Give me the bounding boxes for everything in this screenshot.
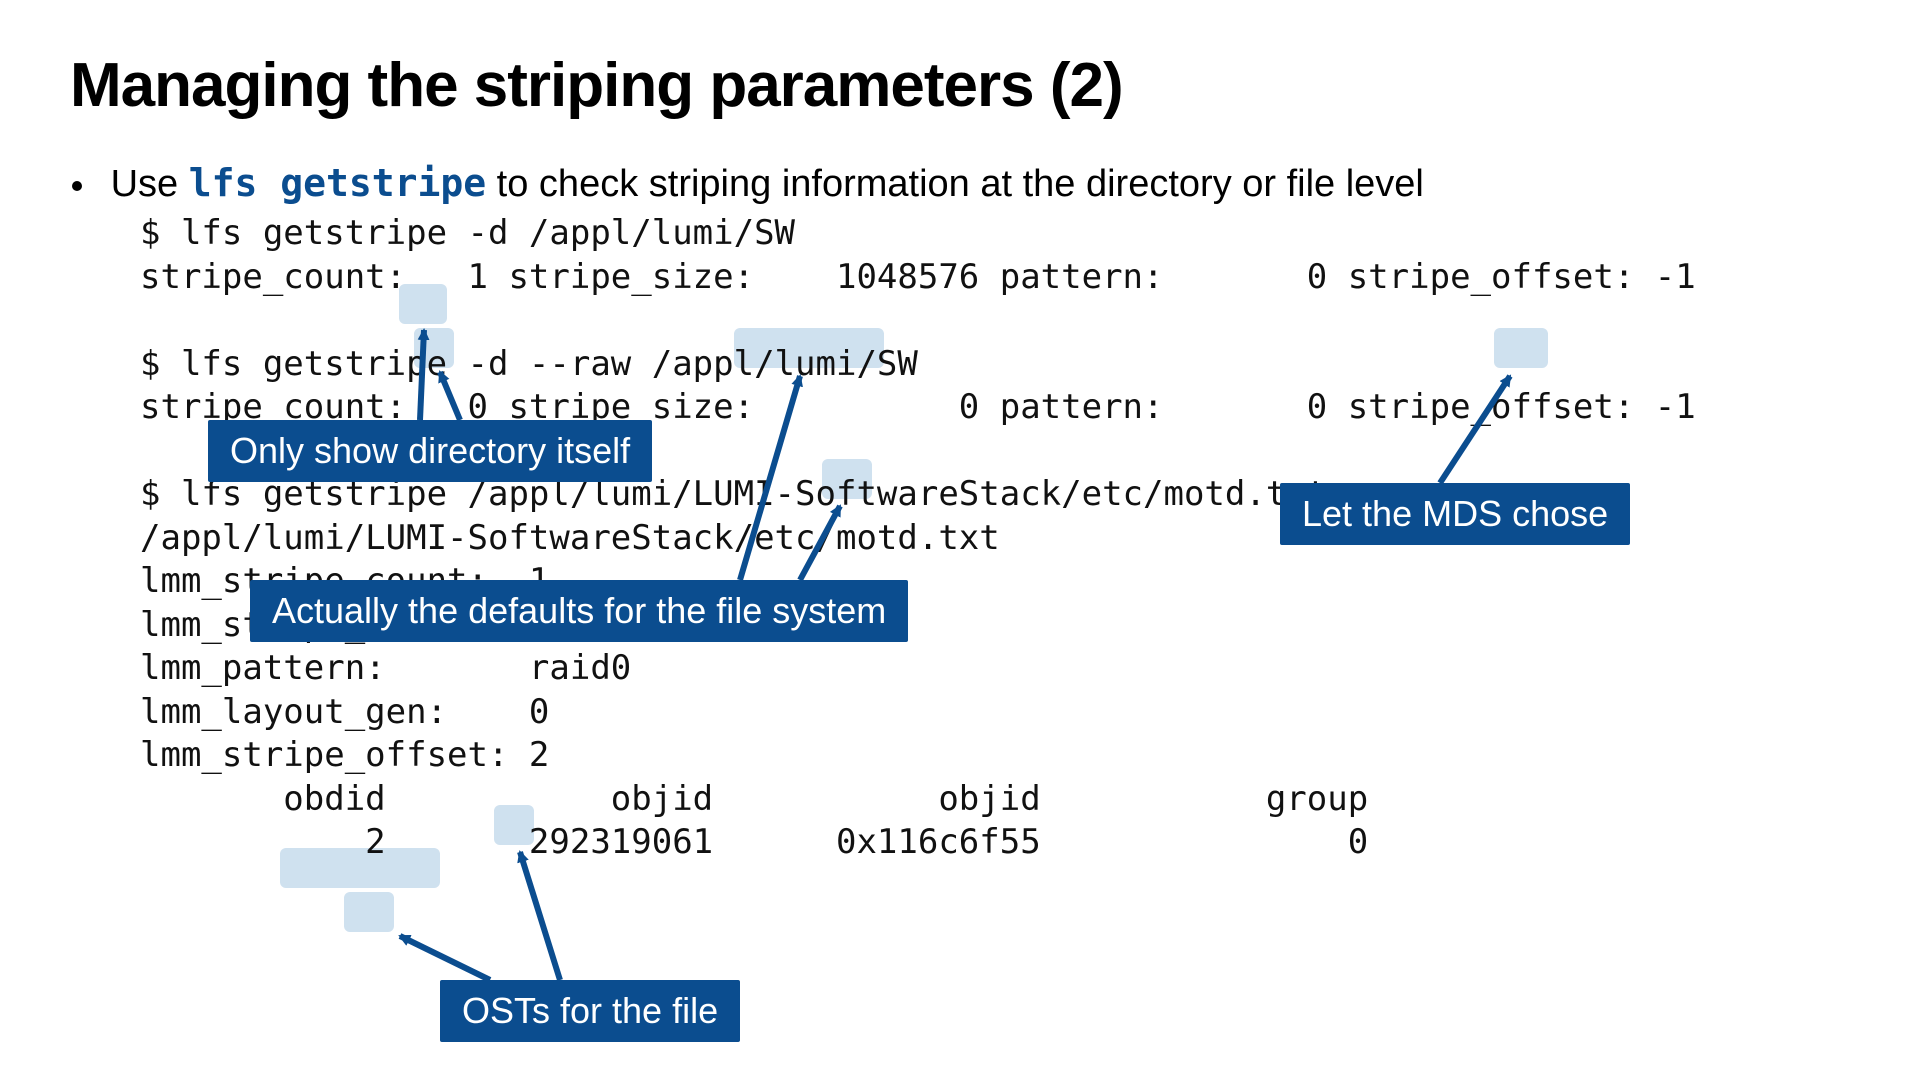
- code-l13: lmm_stripe_offset: 2: [140, 735, 549, 775]
- callout-dir-only: Only show directory itself: [208, 420, 652, 482]
- bullet-line: Use lfs getstripe to check striping info…: [100, 161, 1850, 206]
- bullet-cmd: lfs getstripe: [189, 161, 486, 205]
- page-title: Managing the striping parameters (2): [70, 50, 1850, 121]
- callout-osts: OSTs for the file: [440, 980, 740, 1042]
- callout-mds: Let the MDS chose: [1280, 483, 1630, 545]
- code-l2: stripe_count: 1 stripe_size: 1048576 pat…: [140, 257, 1696, 297]
- bullet-dot: [72, 181, 82, 191]
- callout-defaults: Actually the defaults for the file syste…: [250, 580, 908, 642]
- code-l14: obdid objid objid group: [140, 779, 1368, 819]
- slide: Managing the striping parameters (2) Use…: [0, 0, 1920, 1080]
- hl-obdid-val: [344, 892, 394, 932]
- code-l1: $ lfs getstripe -d /appl/lumi/SW: [140, 213, 795, 253]
- bullet-suffix: to check striping information at the dir…: [486, 163, 1424, 205]
- code-l15: 2 292319061 0x116c6f55 0: [140, 822, 1368, 862]
- code-l11: lmm_pattern: raid0: [140, 648, 631, 688]
- code-l8: /appl/lumi/LUMI-SoftwareStack/etc/motd.t…: [140, 518, 1000, 558]
- bullet-prefix: Use: [111, 163, 189, 205]
- code-l12: lmm_layout_gen: 0: [140, 692, 549, 732]
- code-l4: $ lfs getstripe -d --raw /appl/lumi/SW: [140, 344, 918, 384]
